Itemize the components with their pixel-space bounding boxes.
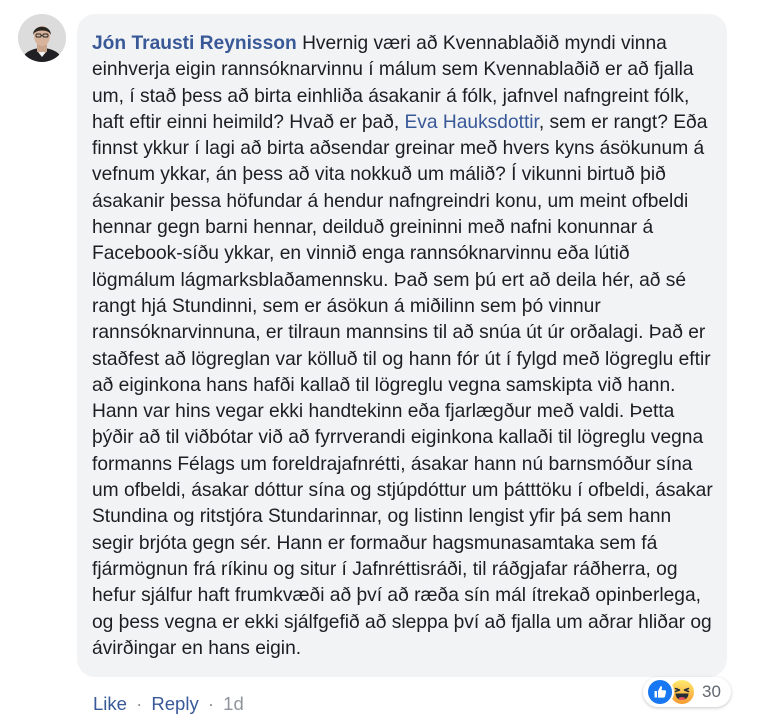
like-link[interactable]: Like xyxy=(93,693,127,714)
avatar[interactable] xyxy=(18,14,66,62)
comment-body: Jón Trausti Reynisson Hvernig væri að Kv… xyxy=(92,31,713,662)
timestamp[interactable]: 1d xyxy=(223,693,244,714)
comment-actions: Like · Reply · 1d xyxy=(93,692,244,716)
comment-bubble: Jón Trausti Reynisson Hvernig væri að Kv… xyxy=(77,14,727,677)
comment-text-part-2: , sem er rangt? Eða finnst ykkur í lagi … xyxy=(92,111,713,659)
reactions-summary[interactable]: 30 xyxy=(643,677,731,707)
reaction-count: 30 xyxy=(702,682,721,701)
separator-dot: · xyxy=(136,693,143,714)
mention-link[interactable]: Eva Hauksdottir xyxy=(405,112,539,133)
separator-dot: · xyxy=(207,693,215,714)
comment-author-link[interactable]: Jón Trausti Reynisson xyxy=(92,33,297,54)
profile-photo xyxy=(18,14,66,62)
reply-link[interactable]: Reply xyxy=(151,693,198,714)
like-icon xyxy=(646,678,674,706)
